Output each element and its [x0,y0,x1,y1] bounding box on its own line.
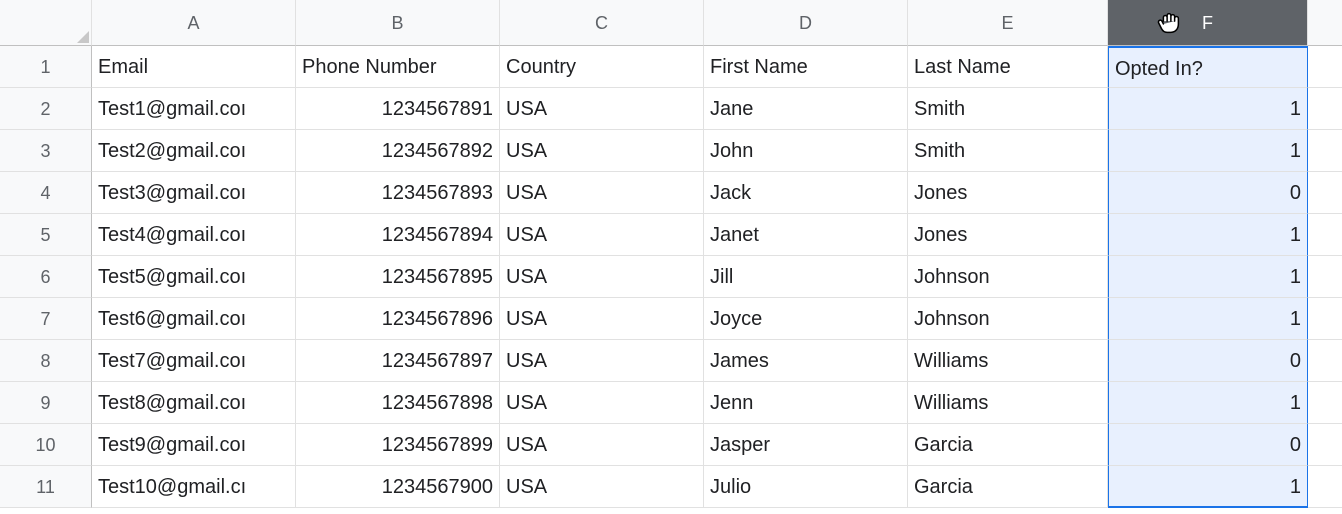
row-header-10[interactable]: 10 [0,424,92,466]
data-cell[interactable]: 1234567894 [296,214,500,256]
header-cell[interactable]: Opted In? [1108,46,1308,88]
column-header-e[interactable]: E [908,0,1108,46]
row-header-2[interactable]: 2 [0,88,92,130]
data-cell[interactable]: Jones [908,214,1108,256]
row-header-1[interactable]: 1 [0,46,92,88]
data-cell[interactable]: Test10@gmail.cı [92,466,296,508]
data-cell[interactable]: 1234567899 [296,424,500,466]
column-header-b[interactable]: B [296,0,500,46]
data-cell[interactable]: Test2@gmail.coı [92,130,296,172]
data-cell[interactable]: USA [500,340,704,382]
header-cell[interactable]: Last Name [908,46,1108,88]
column-header-extra [1308,0,1342,46]
row-header-11[interactable]: 11 [0,466,92,508]
data-cell[interactable]: 1 [1108,214,1308,256]
data-cell[interactable]: 1234567898 [296,382,500,424]
row-header-3[interactable]: 3 [0,130,92,172]
row-header-9[interactable]: 9 [0,382,92,424]
row-header-6[interactable]: 6 [0,256,92,298]
spreadsheet-grid: ABCDEF1EmailPhone NumberCountryFirst Nam… [0,0,1342,508]
data-cell[interactable]: 0 [1108,340,1308,382]
data-cell[interactable]: Garcia [908,424,1108,466]
data-cell[interactable]: USA [500,172,704,214]
column-header-f[interactable]: F [1108,0,1308,46]
data-cell[interactable]: USA [500,298,704,340]
data-cell[interactable]: Test7@gmail.coı [92,340,296,382]
data-cell[interactable]: 1 [1108,298,1308,340]
data-cell[interactable]: 1234567892 [296,130,500,172]
data-cell[interactable]: Test5@gmail.coı [92,256,296,298]
data-cell[interactable]: Joyce [704,298,908,340]
cell-extra [1308,256,1342,298]
data-cell[interactable]: Test4@gmail.coı [92,214,296,256]
data-cell[interactable]: Test1@gmail.coı [92,88,296,130]
data-cell[interactable]: 1234567900 [296,466,500,508]
header-cell[interactable]: First Name [704,46,908,88]
data-cell[interactable]: 1234567893 [296,172,500,214]
data-cell[interactable]: 0 [1108,424,1308,466]
data-cell[interactable]: Jack [704,172,908,214]
cell-extra [1308,88,1342,130]
cell-extra [1308,424,1342,466]
data-cell[interactable]: Test6@gmail.coı [92,298,296,340]
data-cell[interactable]: Test9@gmail.coı [92,424,296,466]
data-cell[interactable]: Jasper [704,424,908,466]
data-cell[interactable]: 1 [1108,382,1308,424]
cell-extra [1308,172,1342,214]
data-cell[interactable]: 1234567895 [296,256,500,298]
data-cell[interactable]: Johnson [908,298,1108,340]
cell-extra [1308,382,1342,424]
column-letter: F [1202,13,1213,33]
data-cell[interactable]: 0 [1108,172,1308,214]
data-cell[interactable]: Janet [704,214,908,256]
cell-extra [1308,130,1342,172]
data-cell[interactable]: Williams [908,340,1108,382]
data-cell[interactable]: Jane [704,88,908,130]
cell-extra [1308,340,1342,382]
select-all-corner[interactable] [0,0,92,46]
data-cell[interactable]: John [704,130,908,172]
data-cell[interactable]: USA [500,214,704,256]
header-cell[interactable]: Email [92,46,296,88]
data-cell[interactable]: USA [500,466,704,508]
data-cell[interactable]: Jenn [704,382,908,424]
row-header-8[interactable]: 8 [0,340,92,382]
data-cell[interactable]: USA [500,424,704,466]
data-cell[interactable]: Johnson [908,256,1108,298]
cell-extra [1308,298,1342,340]
row-header-5[interactable]: 5 [0,214,92,256]
header-cell[interactable]: Phone Number [296,46,500,88]
grab-hand-icon [1154,8,1184,38]
column-header-d[interactable]: D [704,0,908,46]
data-cell[interactable]: Test8@gmail.coı [92,382,296,424]
row-header-4[interactable]: 4 [0,172,92,214]
data-cell[interactable]: 1 [1108,256,1308,298]
data-cell[interactable]: 1234567897 [296,340,500,382]
data-cell[interactable]: 1 [1108,130,1308,172]
data-cell[interactable]: Test3@gmail.coı [92,172,296,214]
data-cell[interactable]: 1 [1108,88,1308,130]
cell-extra [1308,46,1342,88]
data-cell[interactable]: Garcia [908,466,1108,508]
column-header-c[interactable]: C [500,0,704,46]
data-cell[interactable]: USA [500,88,704,130]
cell-extra [1308,214,1342,256]
data-cell[interactable]: Julio [704,466,908,508]
data-cell[interactable]: 1 [1108,466,1308,508]
data-cell[interactable]: 1234567891 [296,88,500,130]
data-cell[interactable]: Jones [908,172,1108,214]
data-cell[interactable]: USA [500,382,704,424]
data-cell[interactable]: 1234567896 [296,298,500,340]
cell-extra [1308,466,1342,508]
data-cell[interactable]: James [704,340,908,382]
data-cell[interactable]: Williams [908,382,1108,424]
header-cell[interactable]: Country [500,46,704,88]
data-cell[interactable]: USA [500,256,704,298]
data-cell[interactable]: Smith [908,130,1108,172]
row-header-7[interactable]: 7 [0,298,92,340]
column-header-a[interactable]: A [92,0,296,46]
data-cell[interactable]: Smith [908,88,1108,130]
data-cell[interactable]: Jill [704,256,908,298]
data-cell[interactable]: USA [500,130,704,172]
